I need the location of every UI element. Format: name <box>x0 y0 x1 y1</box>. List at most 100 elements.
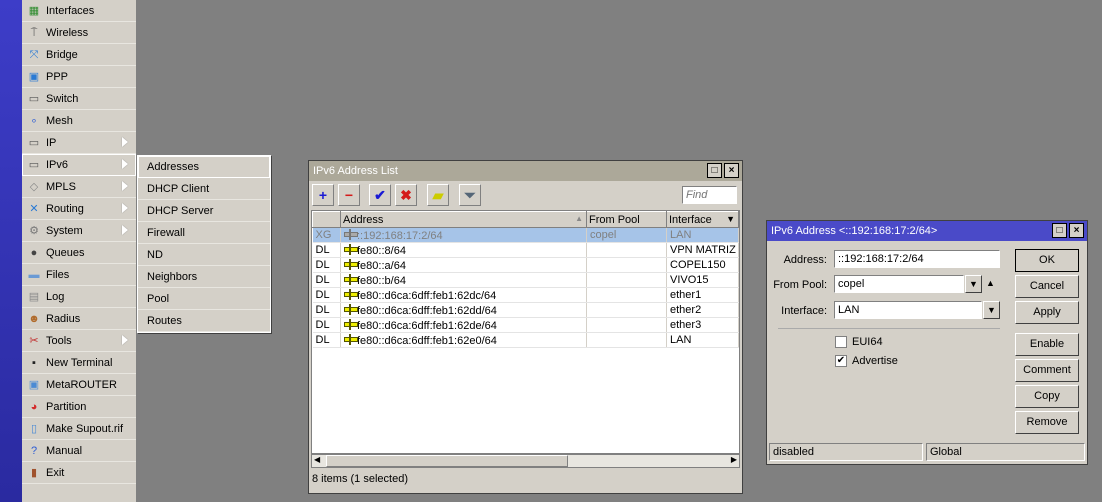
menu-item-metarouter[interactable]: ▣ MetaROUTER <box>22 374 136 396</box>
menu-item-label: Mesh <box>46 114 73 127</box>
mesh-icon: ∘ <box>30 114 38 127</box>
flags-cell: DL <box>312 257 341 273</box>
address-icon <box>344 243 358 255</box>
maximize-button[interactable]: □ <box>707 163 722 178</box>
scroll-thumb[interactable] <box>326 455 568 467</box>
menu-item-system[interactable]: ⚙ System <box>22 220 136 242</box>
dialog-title: IPv6 Address <::192:168:17:2/64> <box>771 225 938 237</box>
menu-item-routing[interactable]: ✕ Routing <box>22 198 136 220</box>
from-pool-label: From Pool: <box>773 279 827 291</box>
pool-cell <box>586 287 667 303</box>
menu-item-log[interactable]: ▤ Log <box>22 286 136 308</box>
menu-item-exit[interactable]: ▮ Exit <box>22 462 136 484</box>
tools-icon: ✂ <box>29 334 39 347</box>
menu-item-files[interactable]: ▬ Files <box>22 264 136 286</box>
table-row[interactable]: DL fe80::b/64 VIVO15 <box>312 272 739 288</box>
cancel-button[interactable]: Cancel <box>1015 275 1079 298</box>
menu-item-label: Tools <box>46 334 72 347</box>
menu-item-new-terminal[interactable]: ▪ New Terminal <box>22 352 136 374</box>
from-pool-select[interactable]: copel <box>834 275 964 293</box>
queues-icon: ● <box>30 246 38 259</box>
menu-item-queues[interactable]: ● Queues <box>22 242 136 264</box>
menu-item-switch[interactable]: ▭ Switch <box>22 88 136 110</box>
address-icon <box>344 288 358 300</box>
menu-item-manual[interactable]: ? Manual <box>22 440 136 462</box>
ok-button[interactable]: OK <box>1015 249 1079 272</box>
scroll-right-icon[interactable]: ▶ <box>731 455 737 464</box>
table-row[interactable]: DL fe80::a/64 COPEL150 <box>312 257 739 273</box>
pool-cell <box>586 257 667 273</box>
col-flags[interactable] <box>312 211 341 228</box>
close-button[interactable]: × <box>1069 223 1084 238</box>
remove-button[interactable]: − <box>338 184 360 206</box>
dialog-title-bar[interactable]: IPv6 Address <::192:168:17:2/64> □ × <box>767 221 1087 241</box>
col-interface[interactable]: Interface ▼ <box>666 211 739 228</box>
submenu-item-addresses[interactable]: Addresses <box>138 156 270 178</box>
advertise-checkbox[interactable]: ✔ <box>835 355 847 367</box>
submenu-item-nd[interactable]: ND <box>138 244 270 266</box>
flags-cell: DL <box>312 242 341 258</box>
system-icon: ⚙ <box>29 224 39 237</box>
collapse-up-icon[interactable]: ▲ <box>986 278 995 288</box>
address-text: fe80::d6ca:6dff:feb1:62de/64 <box>357 319 497 332</box>
table-row[interactable]: DL fe80::d6ca:6dff:feb1:62de/64 ether3 <box>312 317 739 333</box>
menu-item-ipv6[interactable]: ▭ IPv6 <box>22 154 136 176</box>
submenu-item-routes[interactable]: Routes <box>138 310 270 332</box>
menu-item-wireless[interactable]: ⍑ Wireless <box>22 22 136 44</box>
pool-cell <box>586 242 667 258</box>
menu-item-make-supout-rif[interactable]: ▯ Make Supout.rif <box>22 418 136 440</box>
menu-item-partition[interactable]: ◕ Partition <box>22 396 136 418</box>
menu-item-ip[interactable]: ▭ IP <box>22 132 136 154</box>
menu-item-mesh[interactable]: ∘ Mesh <box>22 110 136 132</box>
table-row[interactable]: XG::192:168:17:2/64 copel LAN <box>312 227 739 243</box>
menu-item-radius[interactable]: ☻ Radius <box>22 308 136 330</box>
submenu-arrow-icon <box>122 335 128 345</box>
address-text: fe80::d6ca:6dff:feb1:62dd/64 <box>357 304 497 317</box>
menu-item-interfaces[interactable]: ▦ Interfaces <box>22 0 136 22</box>
table-row[interactable]: DL fe80::d6ca:6dff:feb1:62dd/64 ether2 <box>312 302 739 318</box>
submenu-item-pool[interactable]: Pool <box>138 288 270 310</box>
menu-item-ppp[interactable]: ▣ PPP <box>22 66 136 88</box>
interface-dropdown-icon[interactable]: ▼ <box>983 301 1000 319</box>
submenu-arrow-icon <box>122 203 128 213</box>
submenu-item-dhcp-server[interactable]: DHCP Server <box>138 200 270 222</box>
horizontal-scrollbar[interactable]: ◀ ▶ <box>311 454 740 468</box>
pool-dropdown-icon[interactable]: ▼ <box>965 275 982 293</box>
submenu-item-neighbors[interactable]: Neighbors <box>138 266 270 288</box>
radius-icon: ☻ <box>28 312 40 325</box>
title-bar[interactable]: IPv6 Address List □ × <box>309 161 742 181</box>
comment-button[interactable]: Comment <box>1015 359 1079 382</box>
terminal-icon: ▪ <box>32 356 36 369</box>
interface-select[interactable]: LAN <box>834 301 982 319</box>
maximize-button[interactable]: □ <box>1052 223 1067 238</box>
column-menu-icon[interactable]: ▼ <box>726 214 735 224</box>
remove-button[interactable]: Remove <box>1015 411 1079 434</box>
close-button[interactable]: × <box>724 163 739 178</box>
submenu-item-firewall[interactable]: Firewall <box>138 222 270 244</box>
copy-button[interactable]: Copy <box>1015 385 1079 408</box>
address-field[interactable]: ::192:168:17:2/64 <box>834 250 1000 268</box>
menu-item-mpls[interactable]: ◇ MPLS <box>22 176 136 198</box>
address-icon <box>344 228 358 240</box>
scroll-left-icon[interactable]: ◀ <box>314 455 320 464</box>
menu-item-bridge[interactable]: ⤧ Bridge <box>22 44 136 66</box>
comment-button[interactable]: ▰ <box>427 184 449 206</box>
col-address[interactable]: Address ▲ <box>340 211 587 228</box>
add-button[interactable]: + <box>312 184 334 206</box>
menu-item-tools[interactable]: ✂ Tools <box>22 330 136 352</box>
interface-label: Interface: <box>781 305 827 317</box>
enable-button[interactable]: ✔ <box>369 184 391 206</box>
enable-button[interactable]: Enable <box>1015 333 1079 356</box>
menu-item-label: Make Supout.rif <box>46 422 124 435</box>
find-input[interactable] <box>682 186 737 204</box>
filter-button[interactable]: ⏷ <box>459 184 481 206</box>
col-from-pool[interactable]: From Pool <box>586 211 667 228</box>
table-row[interactable]: DL fe80::d6ca:6dff:feb1:62e0/64 LAN <box>312 332 739 348</box>
table-row[interactable]: DL fe80::d6ca:6dff:feb1:62dc/64 ether1 <box>312 287 739 303</box>
apply-button[interactable]: Apply <box>1015 301 1079 324</box>
submenu-item-dhcp-client[interactable]: DHCP Client <box>138 178 270 200</box>
interface-cell: ether3 <box>666 317 739 333</box>
table-row[interactable]: DL fe80::8/64 VPN MATRIZ <box>312 242 739 258</box>
eui64-checkbox[interactable] <box>835 336 847 348</box>
disable-button[interactable]: ✖ <box>395 184 417 206</box>
